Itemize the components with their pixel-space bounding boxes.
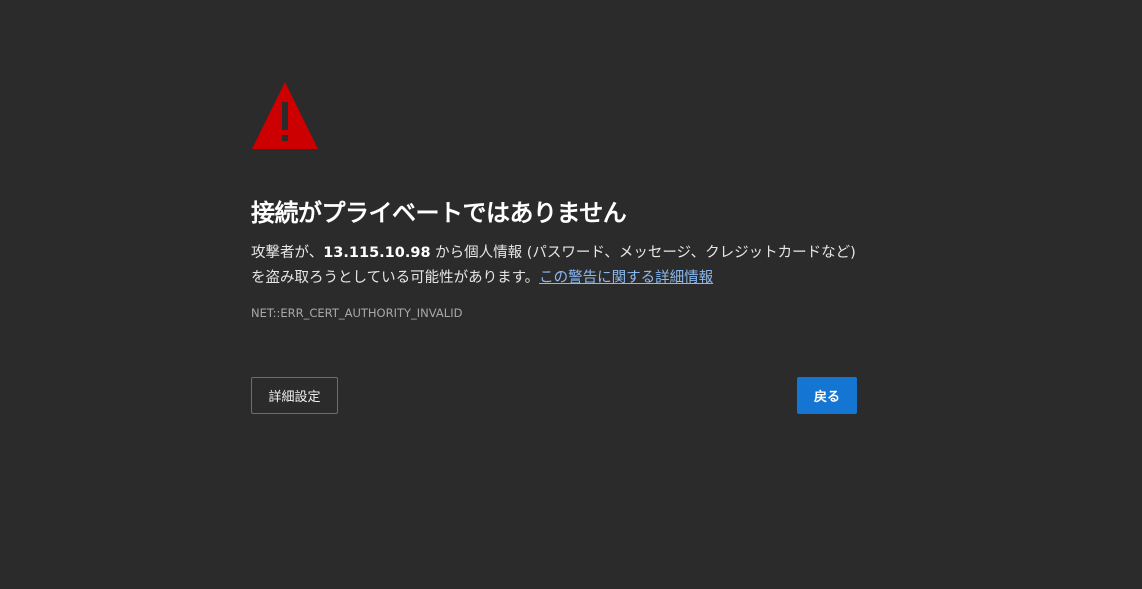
page-title: 接続がプライベートではありません (251, 199, 627, 227)
learn-more-link[interactable]: この警告に関する詳細情報 (539, 270, 713, 286)
error-code: NET::ERR_CERT_AUTHORITY_INVALID (251, 306, 463, 320)
advanced-button[interactable]: 詳細設定 (251, 377, 338, 414)
host-address: 13.115.10.98 (323, 245, 431, 261)
interstitial-page: 接続がプライベートではありません 攻撃者が、13.115.10.98 から個人情… (0, 0, 1142, 589)
description-text-1: 攻撃者が、 (251, 245, 324, 261)
warning-triangle-icon (252, 82, 318, 149)
back-button[interactable]: 戻る (797, 377, 857, 414)
warning-description: 攻撃者が、13.115.10.98 から個人情報 (パスワード、メッセージ、クレ… (251, 241, 861, 291)
